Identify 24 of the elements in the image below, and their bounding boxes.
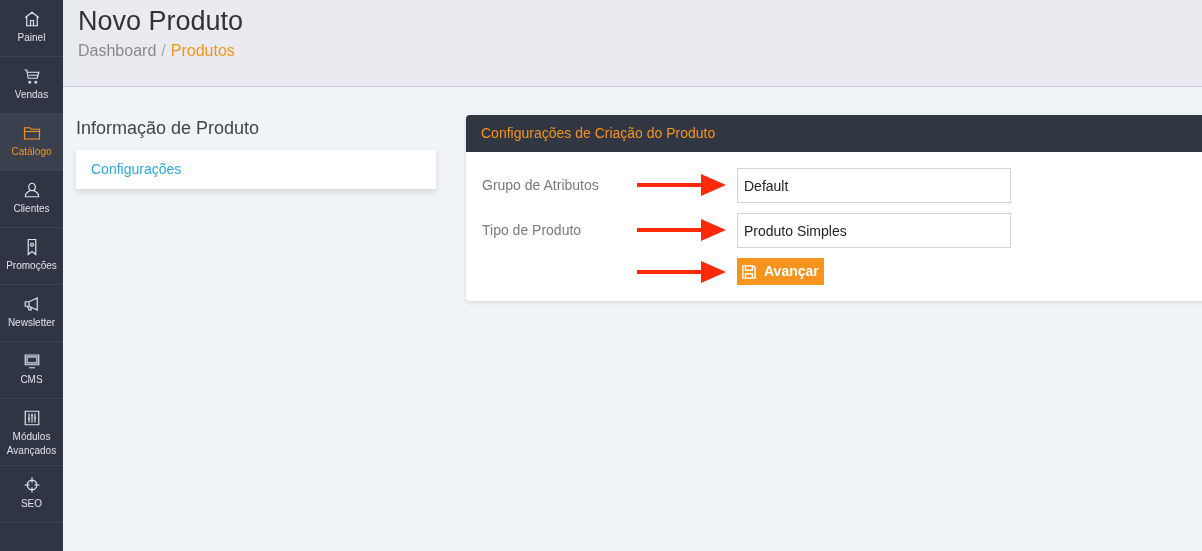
- crosshair-icon: [22, 476, 41, 494]
- field-label: Grupo de Atributos: [482, 177, 599, 193]
- sidebar-item[interactable]: CMS: [0, 342, 63, 399]
- section-title: Informação de Produto: [76, 117, 261, 140]
- breadcrumb-separator: /: [161, 42, 166, 60]
- cart-icon: [22, 67, 41, 85]
- sidebar-item[interactable]: SEO: [0, 466, 63, 523]
- home-icon: [22, 10, 41, 28]
- save-icon: [742, 264, 756, 279]
- monitor-icon: [22, 352, 41, 370]
- sliders-icon: [22, 409, 41, 427]
- input-field[interactable]: Default: [737, 168, 1011, 203]
- panel-title: Configurações de Criação do Produto: [466, 115, 1202, 152]
- sidebar-item[interactable]: Catálogo: [0, 114, 63, 171]
- user-icon: [22, 181, 41, 199]
- field-label: Tipo de Produto: [482, 222, 582, 238]
- folder-icon: [22, 124, 41, 142]
- sidebar-item[interactable]: Newsletter: [0, 285, 63, 342]
- sidebar-item[interactable]: Módulos Avançados: [0, 399, 63, 466]
- sidebar-item[interactable]: Promoções: [0, 228, 63, 285]
- sidebar-item[interactable]: Clientes: [0, 171, 63, 228]
- input-field[interactable]: Produto Simples: [737, 213, 1011, 248]
- page-title: Novo Produto: [78, 5, 245, 38]
- megaphone-icon: [22, 295, 41, 313]
